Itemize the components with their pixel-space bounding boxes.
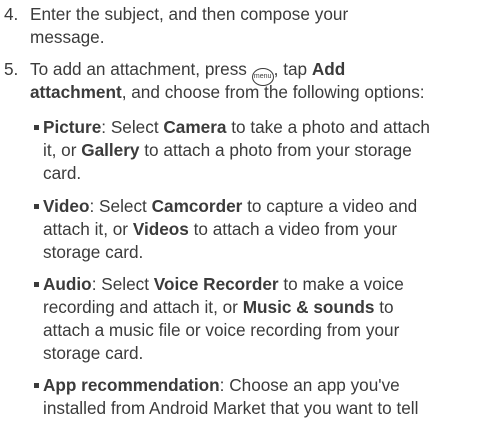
- bullet-square-icon: [34, 282, 39, 287]
- option-text-line: Audio: Select Voice Recorder to make a v…: [43, 274, 483, 295]
- add-attachment-label: Add: [311, 59, 346, 79]
- option-action-label: Camcorder: [151, 196, 243, 216]
- option-text-segment: to attach a photo from your storage: [139, 140, 412, 160]
- option-action-label: Gallery: [81, 140, 140, 160]
- option-text-segment: : Select: [101, 117, 164, 137]
- step-text-line: message.: [30, 27, 105, 47]
- option-text-line: App recommendation: Choose an app you've: [43, 375, 483, 396]
- option-text-line: it, or Gallery to attach a photo from yo…: [43, 140, 483, 161]
- step-number: 5.: [4, 59, 19, 79]
- option-action-label: Videos: [132, 219, 189, 239]
- document-page: 4. Enter the subject, and then compose y…: [0, 0, 491, 423]
- step-text-line: Enter the subject, and then compose your: [30, 4, 349, 24]
- bullet-square-icon: [34, 204, 39, 209]
- bullet-square-icon: [34, 125, 39, 130]
- bullet-square-icon: [34, 383, 39, 388]
- option-text-segment: recording and attach it, or: [43, 297, 243, 317]
- option-text-line: Picture: Select Camera to take a photo a…: [43, 117, 483, 138]
- option-text-line: recording and attach it, or Music & soun…: [43, 297, 483, 318]
- option-text-line: storage card.: [43, 242, 483, 263]
- option-text-segment: to capture a video and: [242, 196, 418, 216]
- option-text-segment: it, or: [43, 140, 82, 160]
- option-term: Audio: [43, 274, 92, 294]
- option-text-segment: : Select: [89, 196, 152, 216]
- option-text-line: installed from Android Market that you w…: [43, 398, 483, 419]
- step-text-line: attachment, and choose from the followin…: [30, 82, 485, 103]
- option-text-segment: card.: [43, 163, 82, 183]
- option-text-segment: installed from Android Market that you w…: [43, 398, 419, 418]
- option-term: Video: [43, 196, 90, 216]
- option-text-segment: to attach a video from your: [188, 219, 398, 239]
- option-text-segment: storage card.: [43, 343, 144, 363]
- option-action-label: Camera: [163, 117, 227, 137]
- option-text-line: card.: [43, 163, 483, 184]
- option-text-segment: to make a voice: [278, 274, 404, 294]
- option-text-segment: to: [374, 297, 394, 317]
- option-text-segment: storage card.: [43, 242, 144, 262]
- option-term: App recommendation: [43, 375, 220, 395]
- option-text-segment: : Choose an app you've: [219, 375, 400, 395]
- option-text-line: attach it, or Videos to attach a video f…: [43, 219, 483, 240]
- option-text-line: storage card.: [43, 343, 483, 364]
- option-text-segment: to take a photo and attach: [226, 117, 430, 137]
- option-text-line: attach a music file or voice recording f…: [43, 320, 483, 341]
- step-number: 4.: [4, 4, 19, 24]
- step-text-segment: , and choose from the following options:: [121, 82, 425, 102]
- option-action-label: Voice Recorder: [153, 274, 279, 294]
- option-text-segment: attach it, or: [43, 219, 133, 239]
- option-text-line: Video: Select Camcorder to capture a vid…: [43, 196, 483, 217]
- option-text-segment: attach a music file or voice recording f…: [43, 320, 400, 340]
- option-term: Picture: [43, 117, 102, 137]
- step-text-segment: , tap: [273, 59, 312, 79]
- option-action-label: Music & sounds: [242, 297, 375, 317]
- add-attachment-label: attachment: [30, 82, 122, 102]
- option-text-segment: : Select: [91, 274, 154, 294]
- step-text-segment: To add an attachment, press: [30, 59, 252, 79]
